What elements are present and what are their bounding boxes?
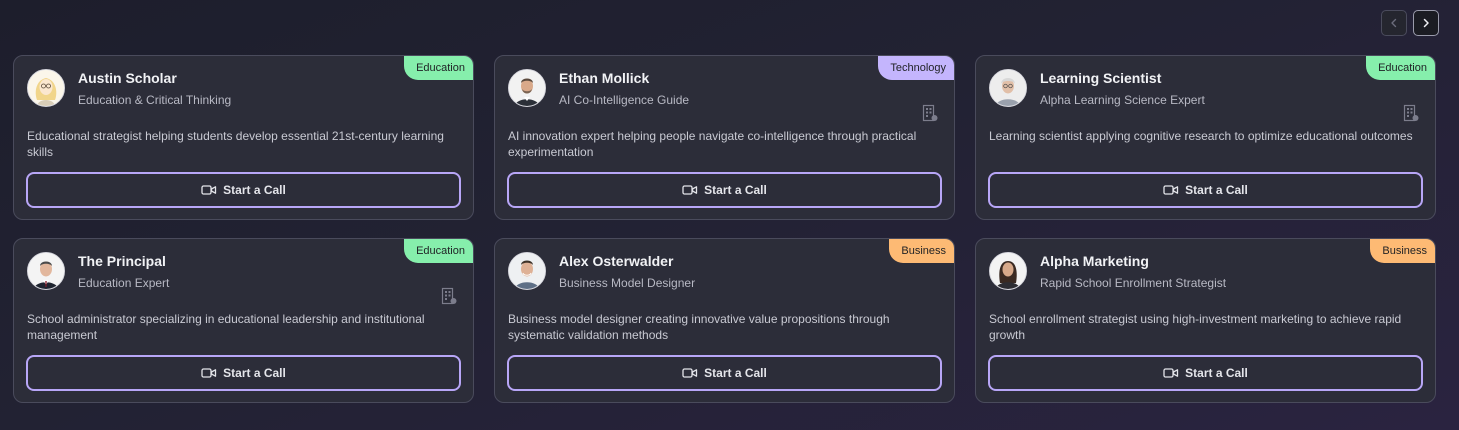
- start-call-button[interactable]: Start a Call: [988, 355, 1423, 391]
- video-camera-icon: [682, 185, 698, 195]
- category-badge: Education: [404, 239, 473, 263]
- expert-name: Ethan Mollick: [559, 70, 650, 86]
- building-icon: [441, 287, 457, 305]
- video-camera-icon: [682, 368, 698, 378]
- category-badge: Business: [889, 239, 954, 263]
- expert-card: Education The Principal Education Expert…: [13, 238, 474, 403]
- pagination-controls: [1381, 10, 1439, 36]
- expert-role: AI Co-Intelligence Guide: [559, 93, 690, 107]
- video-camera-icon: [201, 185, 217, 195]
- video-camera-icon: [1163, 368, 1179, 378]
- expert-description: Learning scientist applying cognitive re…: [989, 129, 1413, 143]
- building-icon: [922, 104, 938, 122]
- start-call-button[interactable]: Start a Call: [988, 172, 1423, 208]
- expert-name: Alpha Marketing: [1040, 253, 1149, 269]
- expert-card-grid: Education Austin Scholar Education & Cri…: [13, 55, 1436, 403]
- start-call-button[interactable]: Start a Call: [507, 355, 942, 391]
- category-badge: Technology: [878, 56, 954, 80]
- avatar: [989, 69, 1027, 107]
- avatar: [508, 252, 546, 290]
- expert-description: School enrollment strategist using high-…: [989, 312, 1402, 342]
- expert-card: Business Alex Osterwalder Business Model…: [494, 238, 955, 403]
- start-call-label: Start a Call: [704, 183, 767, 197]
- expert-name: Austin Scholar: [78, 70, 177, 86]
- category-badge: Education: [404, 56, 473, 80]
- next-page-button[interactable]: [1413, 10, 1439, 36]
- start-call-label: Start a Call: [1185, 183, 1248, 197]
- expert-name: The Principal: [78, 253, 166, 269]
- expert-card: Technology Ethan Mollick AI Co-Intellige…: [494, 55, 955, 220]
- expert-role: Education Expert: [78, 276, 170, 290]
- category-badge: Education: [1366, 56, 1435, 80]
- chevron-left-icon: [1391, 18, 1397, 28]
- avatar: [27, 69, 65, 107]
- expert-name: Alex Osterwalder: [559, 253, 674, 269]
- expert-role: Business Model Designer: [559, 276, 696, 290]
- category-badge: Business: [1370, 239, 1435, 263]
- avatar: [508, 69, 546, 107]
- previous-page-button[interactable]: [1381, 10, 1407, 36]
- building-icon: [1403, 104, 1419, 122]
- start-call-label: Start a Call: [223, 183, 286, 197]
- avatar: [989, 252, 1027, 290]
- expert-card: Education Austin Scholar Education & Cri…: [13, 55, 474, 220]
- start-call-button[interactable]: Start a Call: [26, 355, 461, 391]
- expert-description: Business model designer creating innovat…: [508, 312, 890, 342]
- expert-description: School administrator specializing in edu…: [27, 312, 425, 342]
- chevron-right-icon: [1423, 18, 1429, 28]
- start-call-button[interactable]: Start a Call: [507, 172, 942, 208]
- start-call-label: Start a Call: [1185, 366, 1248, 380]
- avatar: [27, 252, 65, 290]
- video-camera-icon: [1163, 185, 1179, 195]
- expert-card: Education Learning Scientist Alpha Learn…: [975, 55, 1436, 220]
- expert-name: Learning Scientist: [1040, 70, 1162, 86]
- expert-role: Alpha Learning Science Expert: [1040, 93, 1205, 107]
- expert-description: Educational strategist helping students …: [27, 129, 444, 159]
- expert-card: Business Alpha Marketing Rapid School En…: [975, 238, 1436, 403]
- expert-role: Education & Critical Thinking: [78, 93, 232, 107]
- start-call-label: Start a Call: [704, 366, 767, 380]
- video-camera-icon: [201, 368, 217, 378]
- expert-role: Rapid School Enrollment Strategist: [1040, 276, 1227, 290]
- start-call-button[interactable]: Start a Call: [26, 172, 461, 208]
- start-call-label: Start a Call: [223, 366, 286, 380]
- expert-description: AI innovation expert helping people navi…: [508, 129, 917, 159]
